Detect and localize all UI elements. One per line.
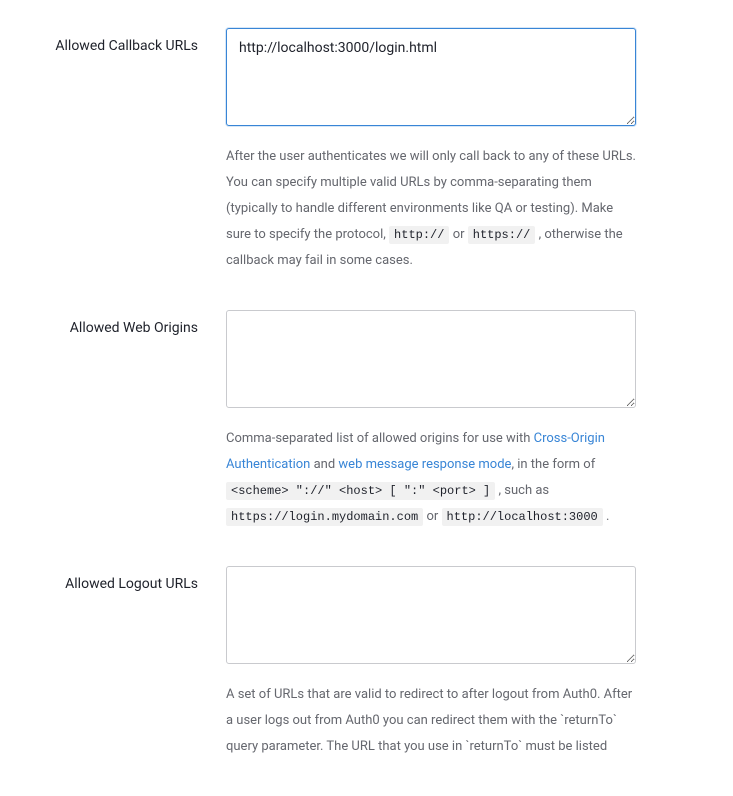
web-origins-input[interactable] [226,310,636,408]
code-example2: http://localhost:3000 [442,508,603,526]
callback-input-col: After the user authenticates we will onl… [226,28,636,274]
code-example1: https://login.mydomain.com [226,508,423,526]
callback-label-col: Allowed Callback URLs [40,28,226,274]
origins-label-col: Allowed Web Origins [40,310,226,530]
web-origins-field: Allowed Web Origins Comma-separated list… [40,310,693,530]
logout-label: Allowed Logout URLs [65,576,198,592]
logout-urls-input[interactable] [226,566,636,664]
code-form: <scheme> "://" <host> [ ":" <port> ] [226,482,495,500]
origins-help-mid: , in the form of [511,457,595,472]
callback-urls-input[interactable] [226,28,636,126]
callback-help-text: After the user authenticates we will onl… [226,144,636,274]
logout-input-col: A set of URLs that are valid to redirect… [226,566,636,760]
origins-help-text: Comma-separated list of allowed origins … [226,426,636,530]
origins-label: Allowed Web Origins [70,320,198,336]
origins-period: . [603,509,610,524]
callback-label: Allowed Callback URLs [55,38,198,54]
logout-label-col: Allowed Logout URLs [40,566,226,760]
origins-suchas: , such as [495,483,549,498]
logout-help-text: A set of URLs that are valid to redirect… [226,682,636,760]
code-https: https:// [468,226,536,244]
callback-or: or [449,227,467,242]
origins-and: and [310,457,338,472]
origins-or: or [423,509,441,524]
callback-urls-field: Allowed Callback URLs After the user aut… [40,28,693,274]
origins-input-col: Comma-separated list of allowed origins … [226,310,636,530]
logout-urls-field: Allowed Logout URLs A set of URLs that a… [40,566,693,760]
origins-help-pre: Comma-separated list of allowed origins … [226,431,534,446]
web-message-link[interactable]: web message response mode [338,457,511,472]
code-http: http:// [389,226,449,244]
